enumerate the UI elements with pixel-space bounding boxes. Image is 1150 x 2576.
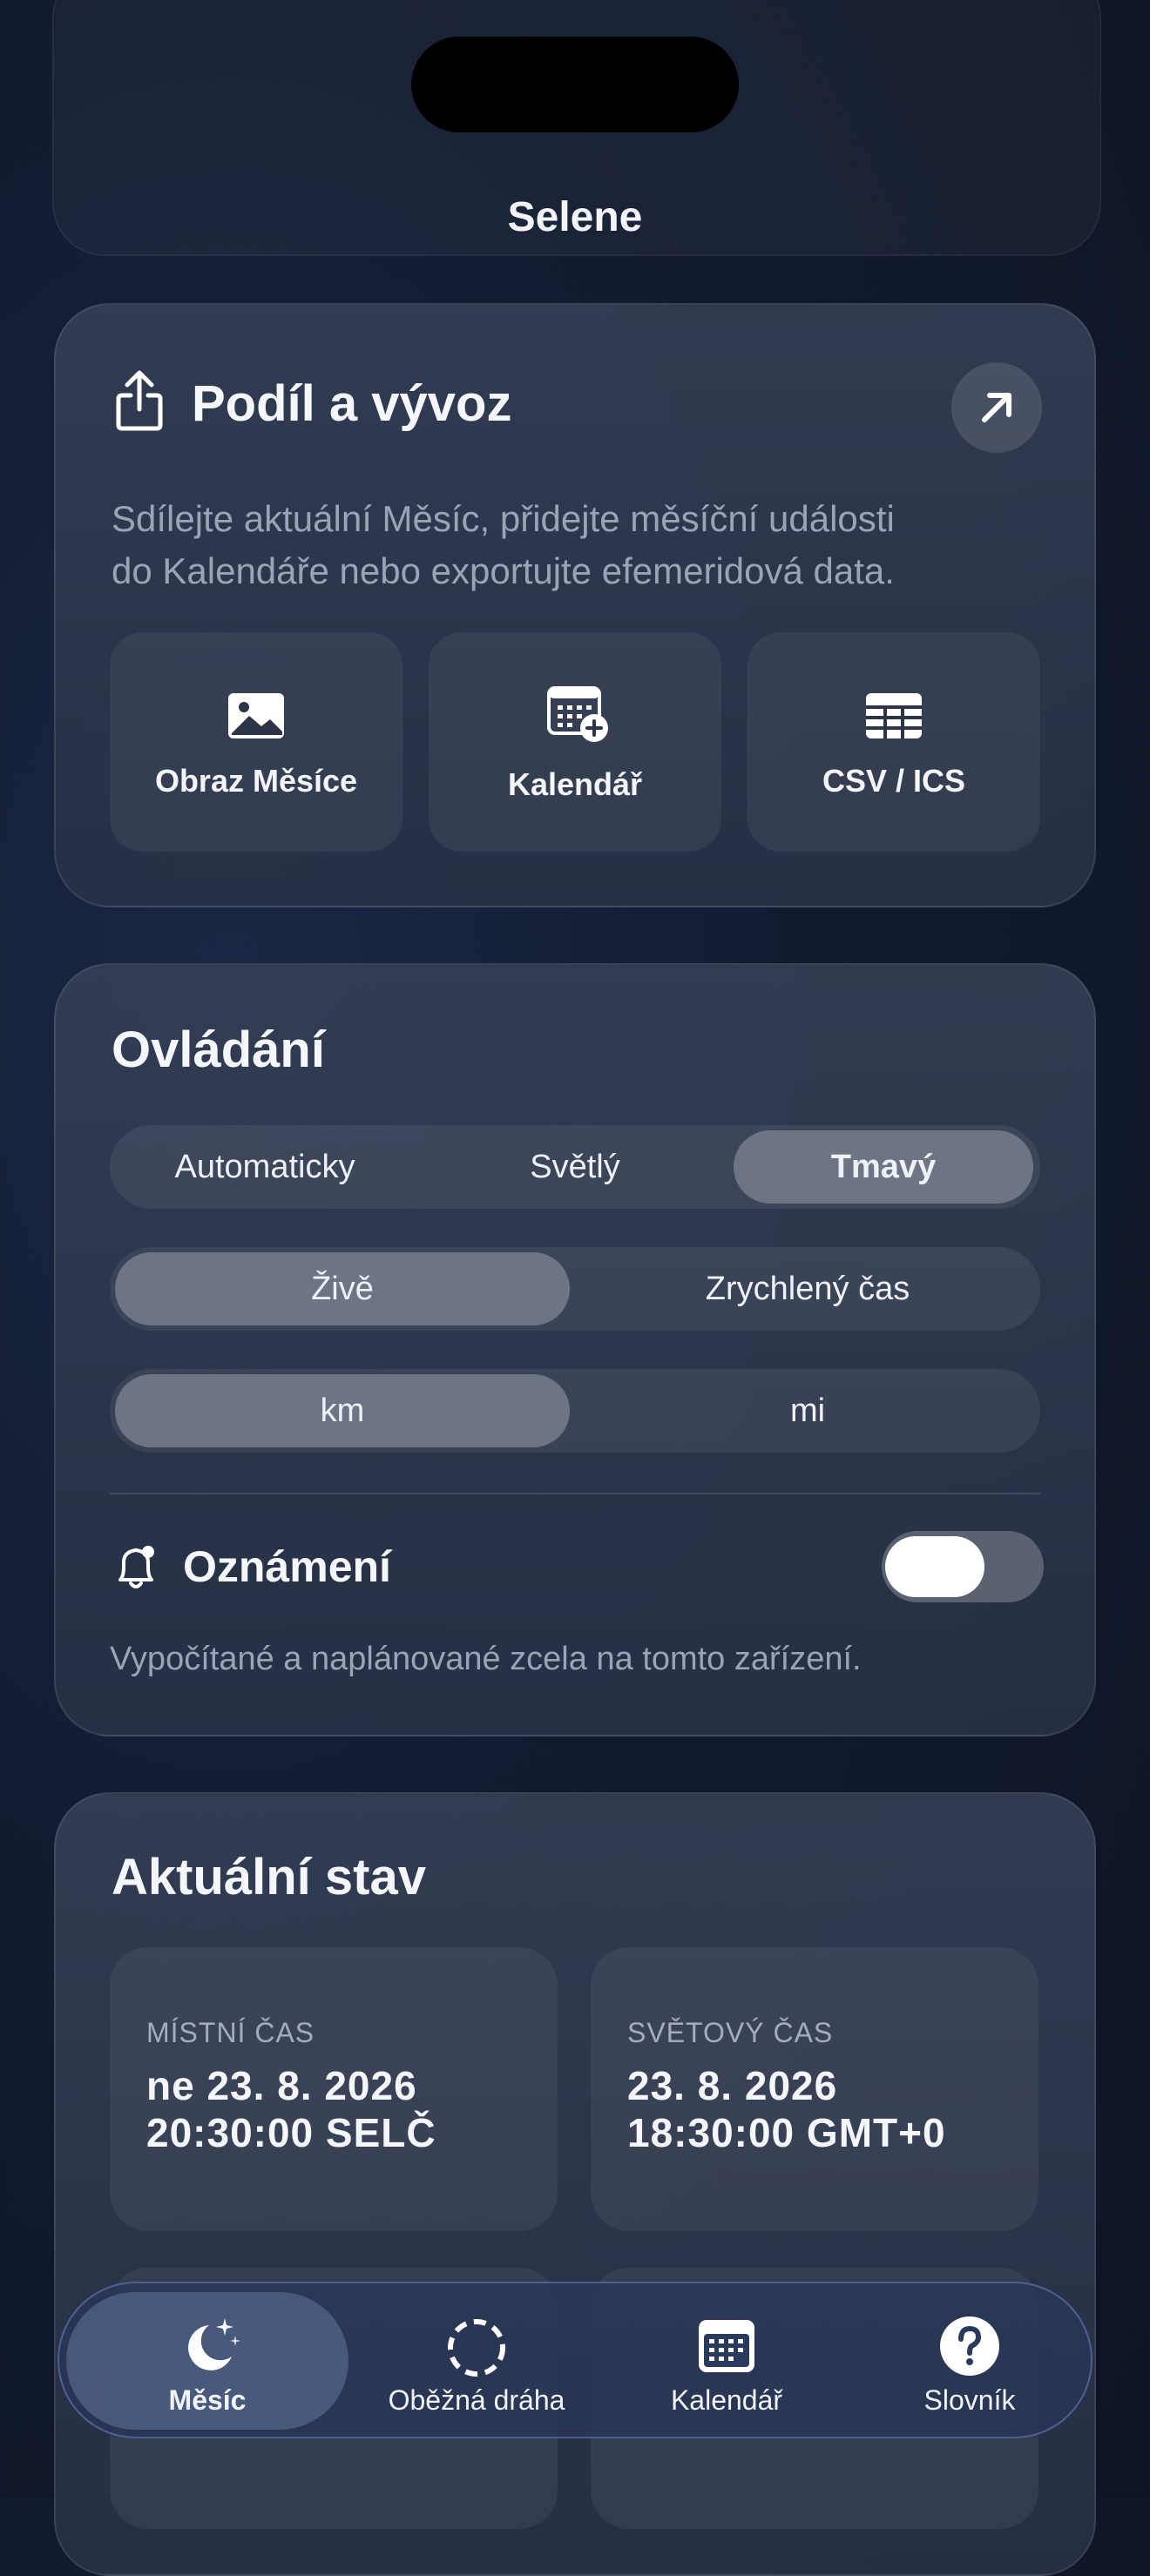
moon-stars-icon (188, 2318, 240, 2370)
share-description-line-1: Sdílejte aktuální Měsíc, přidejte měsíčn… (112, 498, 895, 539)
theme-option-dark[interactable]: Tmavý (734, 1125, 1033, 1209)
share-calendar-button[interactable]: Kalendář (429, 632, 721, 852)
notifications-toggle-knob (885, 1536, 984, 1597)
share-icon (116, 370, 163, 431)
time-mode-segmented-control: Živě Zrychlený čas (110, 1247, 1040, 1331)
tab-moon-label: Měsíc (168, 2384, 247, 2416)
open-share-button[interactable] (951, 362, 1042, 453)
orbit-icon (448, 2319, 505, 2377)
share-calendar-label: Kalendář (507, 766, 643, 802)
theme-option-auto[interactable]: Automaticky (110, 1125, 420, 1209)
tab-orbit[interactable]: Oběžná dráha (348, 2283, 605, 2437)
app-title: Selene (507, 194, 643, 240)
utc-time-value: 23. 8. 2026 18:30:00 GMT+0 (627, 2062, 946, 2156)
tab-glossary[interactable]: Slovník (849, 2283, 1091, 2437)
calendar-add-icon (547, 686, 608, 742)
arrow-up-right-icon (982, 393, 1011, 422)
units-option-mi[interactable]: mi (575, 1369, 1040, 1453)
tab-calendar-label: Kalendář (670, 2384, 783, 2416)
utc-time-label: SVĚTOVÝ ČAS (627, 2017, 834, 2048)
units-segmented-control: km mi (110, 1369, 1040, 1453)
calendar-icon (699, 2320, 754, 2372)
time-option-live[interactable]: Živě (110, 1247, 575, 1331)
controls-divider (110, 1493, 1040, 1494)
status-card-title: Aktuální stav (112, 1849, 426, 1905)
image-icon (228, 693, 284, 738)
tab-calendar[interactable]: Kalendář (605, 2283, 849, 2437)
share-description-line-2: do Kalendáře nebo exportujte efemeridová… (112, 550, 895, 591)
tab-glossary-label: Slovník (923, 2384, 1016, 2416)
theme-segmented-control: Automaticky Světlý Tmavý (110, 1125, 1040, 1209)
export-csv-ics-label: CSV / ICS (822, 763, 966, 799)
local-time-value: ne 23. 8. 2026 20:30:00 SELČ (146, 2062, 436, 2156)
notifications-note: Vypočítané a naplánované zcela na tomto … (110, 1641, 862, 1677)
share-description: Sdílejte aktuální Měsíc, přidejte měsíčn… (112, 493, 1052, 597)
table-icon (866, 693, 922, 738)
bell-icon (118, 1546, 154, 1588)
share-moon-image-button[interactable]: Obraz Měsíce (110, 632, 402, 852)
question-icon (940, 2316, 999, 2376)
local-time-tile: MÍSTNÍ ČAS ne 23. 8. 2026 20:30:00 SELČ (110, 1947, 558, 2231)
time-option-accelerated[interactable]: Zrychlený čas (575, 1247, 1040, 1331)
dynamic-island (411, 37, 739, 132)
local-time-label: MÍSTNÍ ČAS (146, 2017, 315, 2048)
local-date: ne 23. 8. 2026 (146, 2063, 417, 2108)
share-card-title: Podíl a vývoz (192, 375, 512, 432)
export-csv-ics-button[interactable]: CSV / ICS (748, 632, 1040, 852)
tab-bar: Měsíc Oběžná dráha Kalendář Slovník (58, 2282, 1092, 2438)
controls-card-title: Ovládání (112, 1022, 325, 1078)
tab-moon[interactable]: Měsíc (66, 2283, 348, 2437)
utc-time-tile: SVĚTOVÝ ČAS 23. 8. 2026 18:30:00 GMT+0 (591, 1947, 1038, 2231)
theme-option-light[interactable]: Světlý (420, 1125, 730, 1209)
notifications-toggle[interactable] (882, 1531, 1044, 1602)
tab-orbit-label: Oběžná dráha (388, 2384, 565, 2416)
notifications-label: Oznámení (183, 1542, 391, 1591)
utc-date: 23. 8. 2026 (627, 2063, 838, 2108)
local-clock: 20:30:00 SELČ (146, 2110, 436, 2155)
share-moon-image-label: Obraz Měsíce (154, 763, 358, 799)
utc-clock: 18:30:00 GMT+0 (627, 2110, 946, 2155)
controls-card: Ovládání (54, 963, 1096, 1736)
units-option-km[interactable]: km (110, 1369, 575, 1453)
